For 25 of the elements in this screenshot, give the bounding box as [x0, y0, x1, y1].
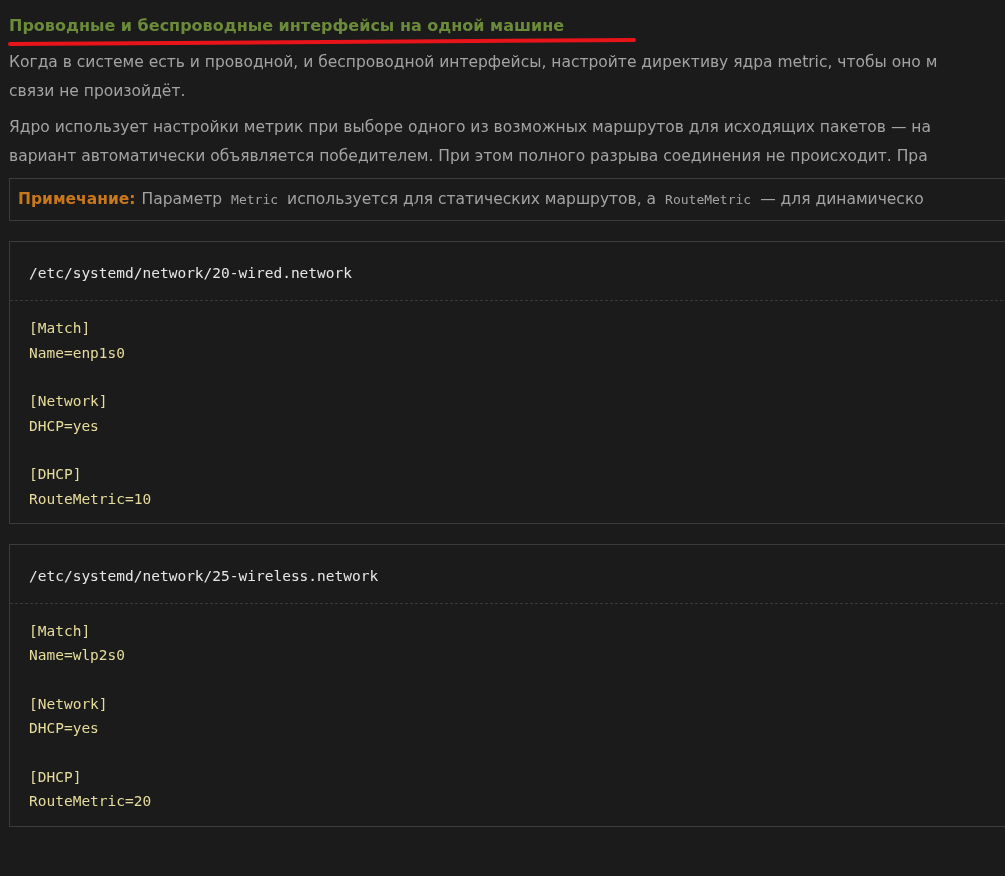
paragraph-line: Когда в системе есть и проводной, и беспроводной интерфейсы, настройте директиву ядра metric, чтобы оно м: [9, 52, 938, 73]
code-line: RouteMetric=10: [29, 489, 152, 509]
code-line: RouteMetric=20: [29, 792, 152, 812]
file-path: /etc/systemd/network/20-wired.network: [29, 264, 352, 284]
code-line: [Match]: [29, 621, 91, 641]
code-line: DHCP=yes: [29, 719, 99, 739]
code-line: [DHCP]: [29, 465, 82, 484]
code-line: [Network]: [29, 392, 108, 411]
code-line: Name=wlp2s0: [29, 646, 126, 666]
code-line: [DHCP]: [29, 767, 82, 787]
code-line: DHCP=yes: [29, 416, 99, 436]
code-line: [Match]: [29, 319, 91, 338]
code-line: [Network]: [29, 694, 108, 714]
inline-code: RouteMetric: [664, 191, 753, 209]
paragraph-line: Ядро использует настройки метрик при выборе одного из возможных маршрутов для исходящих пакетов — на: [9, 117, 931, 138]
note-text: используется для статических маршрутов, а: [287, 189, 657, 210]
paragraph-line: вариант автоматически объявляется победителем. При этом полного разрыва соединения не происходит. Пра: [9, 146, 928, 167]
inline-code: Metric: [230, 191, 280, 209]
note-text: Параметр: [141, 189, 223, 210]
note-text: — для динамическо: [760, 189, 924, 210]
note-label: Примечание:: [18, 189, 136, 210]
code-line: Name=enp1s0: [29, 343, 126, 363]
paragraph-line: связи не произойдёт.: [9, 81, 186, 102]
section-heading: Проводные и беспроводные интерфейсы на одной машине: [9, 16, 565, 36]
file-path: /etc/systemd/network/25-wireless.network: [29, 567, 379, 586]
